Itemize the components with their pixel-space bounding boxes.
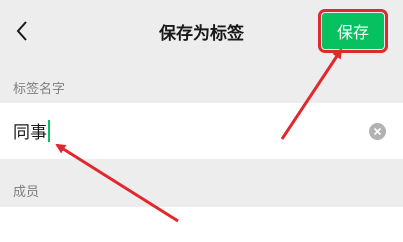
save-button[interactable]: 保存 <box>318 9 388 53</box>
text-caret <box>48 119 50 142</box>
tag-name-value: 同事 <box>13 123 47 143</box>
tag-name-field[interactable]: 同事 <box>0 103 403 159</box>
clear-circle-icon[interactable] <box>369 123 386 140</box>
back-button[interactable] <box>10 18 34 44</box>
navigation-bar: 保存为标签 保存 <box>0 0 403 62</box>
chevron-left-icon <box>16 21 27 41</box>
members-label: 成员 <box>13 185 40 200</box>
tag-name-label: 标签名字 <box>13 82 66 97</box>
member-list-area <box>0 207 403 242</box>
